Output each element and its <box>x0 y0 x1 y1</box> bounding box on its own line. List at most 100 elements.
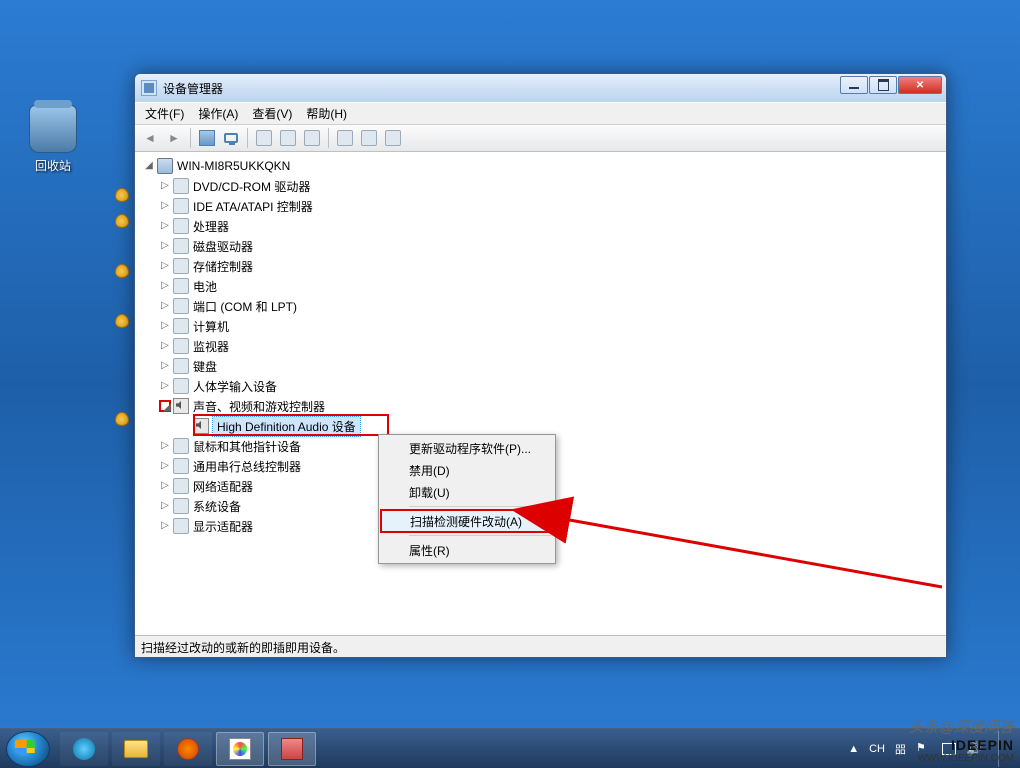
cpu-icon <box>173 218 189 234</box>
cm-uninstall[interactable]: 卸载(U) <box>381 481 553 503</box>
toolbar-scan-button[interactable] <box>334 127 356 149</box>
hdaudio-label: High Definition Audio 设备 <box>213 417 360 436</box>
menu-view[interactable]: 查看(V) <box>246 103 298 124</box>
port-icon <box>173 298 189 314</box>
expand-icon[interactable]: ▷ <box>159 500 171 512</box>
computer-icon <box>199 130 215 146</box>
tree-category[interactable]: ▷端口 (COM 和 LPT) <box>137 296 944 316</box>
nav-forward-button[interactable] <box>163 127 185 149</box>
tree-category[interactable]: ▷键盘 <box>137 356 944 376</box>
shield-icon <box>115 214 129 228</box>
tray-lang[interactable]: CH <box>869 743 885 755</box>
tree-device-hdaudio[interactable]: High Definition Audio 设备 <box>137 416 944 436</box>
tree-category[interactable]: ▷计算机 <box>137 316 944 336</box>
shield-icon <box>115 314 129 328</box>
minimize-button[interactable] <box>840 76 868 94</box>
tree-category[interactable]: ▷处理器 <box>137 216 944 236</box>
tree-category[interactable]: ▷磁盘驱动器 <box>137 236 944 256</box>
app-icon <box>281 738 303 760</box>
cm-update-driver[interactable]: 更新驱动程序软件(P)... <box>381 437 553 459</box>
shield-icon <box>115 188 129 202</box>
separator <box>190 128 191 148</box>
recycle-bin[interactable]: 回收站 <box>18 105 88 174</box>
tree-category[interactable]: ▷DVD/CD-ROM 驱动器 <box>137 176 944 196</box>
expand-icon[interactable]: ▷ <box>159 260 171 272</box>
maximize-button[interactable] <box>869 76 897 94</box>
close-button[interactable] <box>898 76 942 94</box>
expand-icon[interactable]: ▷ <box>159 220 171 232</box>
menu-separator <box>409 506 551 507</box>
expand-icon[interactable]: ▷ <box>159 440 171 452</box>
mouse-icon <box>173 438 189 454</box>
taskbar-item-ie[interactable] <box>60 732 108 766</box>
tree-category[interactable]: ▷电池 <box>137 276 944 296</box>
expand-icon[interactable]: ▷ <box>159 380 171 392</box>
toolbar-update-button[interactable] <box>253 127 275 149</box>
menu-file[interactable]: 文件(F) <box>139 103 190 124</box>
tree-category[interactable]: ▷IDE ATA/ATAPI 控制器 <box>137 196 944 216</box>
speaker-icon <box>193 418 209 434</box>
menu-help[interactable]: 帮助(H) <box>300 103 353 124</box>
start-button[interactable] <box>6 731 50 767</box>
cm-scan-hardware[interactable]: 扫描检测硬件改动(A) <box>381 510 553 532</box>
toolbar-icon <box>361 130 377 146</box>
display-icon <box>173 518 189 534</box>
usb-icon <box>173 458 189 474</box>
keyboard-icon <box>173 358 189 374</box>
paint-icon <box>229 738 251 760</box>
toolbar-uninstall-button[interactable] <box>301 127 323 149</box>
titlebar[interactable]: 设备管理器 <box>135 74 946 102</box>
toolbar-button[interactable] <box>196 127 218 149</box>
expand-icon[interactable]: ▷ <box>159 340 171 352</box>
expand-icon[interactable]: ▷ <box>159 460 171 472</box>
toolbar-button[interactable] <box>382 127 404 149</box>
toolbar-button[interactable] <box>220 127 242 149</box>
nav-back-button[interactable] <box>139 127 161 149</box>
shield-icon <box>115 264 129 278</box>
recycle-bin-label: 回收站 <box>18 157 88 174</box>
arrow-left-icon <box>144 131 156 145</box>
monitor-icon <box>224 133 238 143</box>
collapse-icon[interactable]: ◢ <box>159 400 171 412</box>
sound-category-label: 声音、视频和游戏控制器 <box>193 398 325 415</box>
taskbar-item-wmp[interactable] <box>164 732 212 766</box>
menu-action[interactable]: 操作(A) <box>192 103 244 124</box>
expand-icon[interactable]: ▷ <box>159 480 171 492</box>
tree-category[interactable]: ▷存储控制器 <box>137 256 944 276</box>
menubar: 文件(F) 操作(A) 查看(V) 帮助(H) <box>135 102 946 124</box>
taskbar-item-paint[interactable] <box>216 732 264 766</box>
tray-ime[interactable]: 㗊 <box>895 741 906 757</box>
tree-category[interactable]: ▷监视器 <box>137 336 944 356</box>
expand-icon[interactable]: ▷ <box>159 200 171 212</box>
taskbar-item-app[interactable] <box>268 732 316 766</box>
expand-icon[interactable]: ▷ <box>159 280 171 292</box>
expand-icon[interactable]: ▷ <box>159 300 171 312</box>
tree-category[interactable]: ▷人体学输入设备 <box>137 376 944 396</box>
expand-icon[interactable]: ▷ <box>159 520 171 532</box>
expand-icon[interactable]: ▷ <box>159 360 171 372</box>
expand-icon[interactable]: ▷ <box>159 240 171 252</box>
context-menu: 更新驱动程序软件(P)... 禁用(D) 卸载(U) 扫描检测硬件改动(A) 属… <box>378 434 556 564</box>
expand-icon[interactable]: ▷ <box>159 320 171 332</box>
toolbar-disable-button[interactable] <box>277 127 299 149</box>
taskbar-item-explorer[interactable] <box>112 732 160 766</box>
separator <box>247 128 248 148</box>
cm-properties[interactable]: 属性(R) <box>381 539 553 561</box>
ide-icon <box>173 198 189 214</box>
separator <box>328 128 329 148</box>
toolbar-button[interactable] <box>358 127 380 149</box>
tree-category-sound[interactable]: ◢ 声音、视频和游戏控制器 <box>137 396 944 416</box>
battery-icon <box>173 278 189 294</box>
status-bar: 扫描经过改动的或新的即插即用设备。 <box>135 635 946 657</box>
window-title: 设备管理器 <box>163 80 223 97</box>
watermark-line3: WWW.IDEEPIN.COM <box>909 753 1014 764</box>
dvd-icon <box>173 178 189 194</box>
tree-root-node[interactable]: ◢ WIN-MI8R5UKKQKN <box>137 156 944 176</box>
collapse-icon[interactable]: ◢ <box>143 160 155 172</box>
system-icon <box>173 498 189 514</box>
expand-icon[interactable]: ▷ <box>159 180 171 192</box>
watermark-line1: 头条@深度问答 <box>909 716 1014 737</box>
uninstall-icon <box>304 130 320 146</box>
cm-disable[interactable]: 禁用(D) <box>381 459 553 481</box>
tray-caret-icon[interactable]: ▲ <box>848 743 859 755</box>
